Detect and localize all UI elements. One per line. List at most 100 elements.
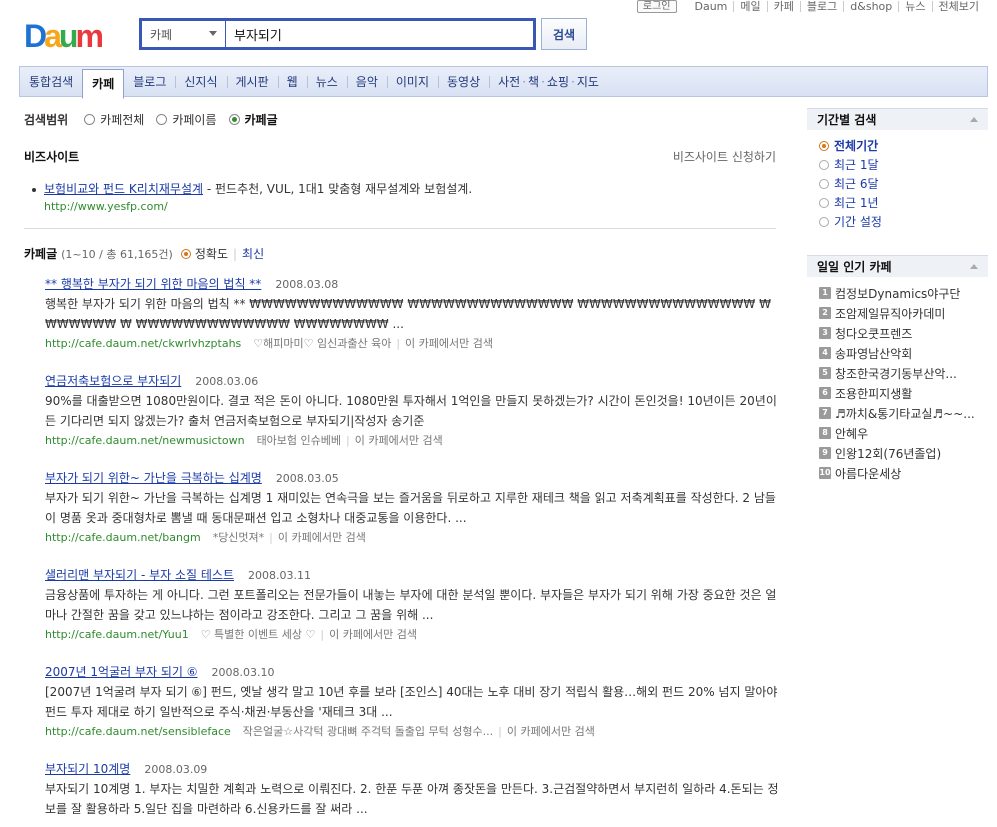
toplink-dshop[interactable]: d&shop [843, 1, 898, 12]
result-url[interactable]: http://cafe.daum.net/bangm [45, 531, 201, 544]
popular-cafe-item[interactable]: 5 창조한국경기동부산악... [819, 363, 976, 383]
popular-panel-header[interactable]: 일일 인기 카페 [807, 255, 988, 277]
biz-site-desc: - 펀드추천, VUL, 1대1 맞춤형 재무설계와 보험설계. [203, 182, 473, 196]
result-title-link[interactable]: 부자되기 10계명 [45, 762, 130, 776]
tab-integrated[interactable]: 통합검색 [20, 67, 82, 96]
toplink-daum[interactable]: Daum [689, 1, 734, 12]
period-option-1month[interactable]: 최근 1달 [819, 155, 976, 174]
period-option-1year[interactable]: 최근 1년 [819, 193, 976, 212]
popular-cafe-name: 안혜우 [835, 426, 869, 441]
period-option-custom[interactable]: 기간 설정 [819, 212, 976, 231]
biz-site-url[interactable]: http://www.yesfp.com/ [44, 200, 168, 213]
search-button[interactable]: 검색 [541, 18, 587, 50]
daum-logo[interactable]: Daum [24, 18, 124, 54]
rank-badge-icon: 2 [819, 307, 831, 319]
scope-option-label: 카페글 [244, 112, 278, 127]
sort-accuracy[interactable]: 정확도 [195, 245, 228, 262]
popular-cafe-item[interactable]: 6 조용한피지생활 [819, 383, 976, 403]
popular-cafe-item[interactable]: 3 청다오쿳프렌즈 [819, 323, 976, 343]
results-header: 카페글 (1~10 / 총 61,165건) 정확도 | 최신 [24, 245, 265, 262]
collapse-icon[interactable] [970, 117, 978, 122]
result-title-link[interactable]: ** 행복한 부자가 되기 위한 마음의 법칙 ** [45, 277, 261, 291]
toplink-news[interactable]: 뉴스 [898, 1, 931, 12]
period-option-label: 전체기간 [834, 139, 879, 153]
login-button[interactable]: 로그인 [636, 0, 677, 13]
popular-cafe-item[interactable]: 7 ♬까치&통기타교실♬~~... [819, 403, 976, 423]
result-url[interactable]: http://cafe.daum.net/newmusictown [45, 434, 245, 447]
tab-knowledge[interactable]: 신지식 [175, 67, 226, 96]
toplink-cafe[interactable]: 카페 [766, 1, 800, 12]
period-option-all[interactable]: 전체기간 [819, 136, 976, 155]
popular-cafe-item[interactable]: 4 송파영남산악회 [819, 343, 976, 363]
tab-cafe[interactable]: 카페 [82, 68, 125, 99]
result-item: ** 행복한 부자가 되기 위한 마음의 법칙 ** 2008.03.08 행복한… [45, 275, 780, 354]
result-url[interactable]: http://cafe.daum.net/Yuu1 [45, 628, 189, 641]
tab-books[interactable]: 책 [528, 73, 539, 90]
period-option-6month[interactable]: 최근 6달 [819, 174, 976, 193]
rank-badge-icon: 5 [819, 367, 831, 379]
tab-dictionary[interactable]: 사전 [498, 73, 520, 90]
search-input[interactable] [226, 21, 533, 47]
result-cafe-only-search[interactable]: 이 카페에서만 검색 [329, 628, 417, 641]
search-scope-filter: 검색범위 카페전체 카페이름 카페글 [24, 108, 776, 130]
biz-site-link[interactable]: 보험비교와 펀드 K리치재무설계 [44, 182, 203, 196]
rank-badge-icon: 6 [819, 387, 831, 399]
result-cafe-name[interactable]: ♡ 특별한 이벤트 세상 ♡ [201, 628, 316, 641]
result-title-link[interactable]: 부자가 되기 위한~ 가난을 극복하는 십계명 [45, 471, 262, 485]
toplink-all[interactable]: 전체보기 [931, 1, 985, 12]
period-option-label: 최근 1달 [834, 158, 879, 172]
scope-option-name[interactable]: 카페이름 [156, 111, 217, 128]
tab-image[interactable]: 이미지 [386, 67, 438, 96]
result-title-link[interactable]: 2007년 1억굴러 부자 되기 ⑥ [45, 665, 198, 679]
result-cafe-only-search[interactable]: 이 카페에서만 검색 [507, 725, 595, 738]
result-url[interactable]: http://cafe.daum.net/sensibleface [45, 725, 231, 738]
result-cafe-name[interactable]: 태아보험 인슈베베 [257, 434, 341, 447]
tab-video[interactable]: 동영상 [438, 67, 489, 96]
toplink-mail[interactable]: 메일 [733, 1, 766, 12]
popular-cafe-name: 조용한피지생활 [835, 386, 913, 401]
popular-cafe-item[interactable]: 1 컴정보Dynamics야구단 [819, 283, 976, 303]
tab-shopping[interactable]: 쇼핑 [547, 73, 569, 90]
tab-music[interactable]: 음악 [346, 67, 387, 96]
result-meta: http://cafe.daum.net/Yuu1 ♡ 특별한 이벤트 세상 ♡ |… [45, 628, 418, 641]
collapse-icon[interactable] [970, 264, 978, 269]
result-url[interactable]: http://cafe.daum.net/ckwrlvhzptahs [45, 337, 241, 350]
tab-news[interactable]: 뉴스 [306, 67, 347, 96]
popular-cafe-item[interactable]: 10 아름다운세상 [819, 463, 976, 483]
result-cafe-name[interactable]: *당신멋져* [213, 531, 264, 544]
popular-cafe-item[interactable]: 2 조암제일뮤직아카데미 [819, 303, 976, 323]
result-cafe-name[interactable]: 작은얼굴☆사각턱 광대뼈 주걱턱 돌출입 무턱 성형수... [243, 725, 493, 738]
tab-blog[interactable]: 블로그 [124, 67, 175, 96]
popular-cafe-name: 조암제일뮤직아카데미 [835, 306, 946, 321]
radio-icon [819, 197, 829, 208]
result-title-link[interactable]: 샐러리맨 부자되기 - 부자 소질 테스트 [45, 568, 234, 582]
rank-badge-icon: 9 [819, 447, 831, 459]
scope-option-posts[interactable]: 카페글 [228, 111, 278, 128]
result-snippet: 90%를 대출받으면 1080만원이다. 결코 적은 돈이 아니다. 1080만… [45, 394, 777, 428]
result-cafe-only-search[interactable]: 이 카페에서만 검색 [355, 434, 443, 447]
result-title-link[interactable]: 연금저축보험으로 부자되기 [45, 374, 181, 388]
result-cafe-only-search[interactable]: 이 카페에서만 검색 [278, 531, 366, 544]
popular-cafe-item[interactable]: 8 안혜우 [819, 423, 976, 443]
scope-filter-label: 검색범위 [24, 112, 69, 127]
tab-board[interactable]: 게시판 [226, 67, 278, 96]
sort-latest[interactable]: 최신 [242, 245, 264, 262]
tab-web[interactable]: 웹 [277, 67, 307, 96]
rank-badge-icon: 10 [819, 467, 831, 479]
period-options: 전체기간 최근 1달 최근 6달 최근 1년 기간 설정 [807, 130, 988, 237]
search-scope-select[interactable]: 카페 [142, 21, 226, 47]
results-count: (1~10 / 총 61,165건) [61, 247, 173, 261]
biz-site-apply-link[interactable]: 비즈사이트 신청하기 [673, 148, 776, 165]
tab-map[interactable]: 지도 [577, 73, 599, 90]
result-cafe-name[interactable]: ♡해피마미♡ 임신과출산 육아 [253, 337, 391, 350]
popular-cafe-item[interactable]: 9 인왕12회(76년졸업) [819, 443, 976, 463]
scope-option-label: 카페이름 [172, 112, 217, 127]
popular-cafe-name: 인왕12회(76년졸업) [835, 446, 942, 461]
toplink-blog[interactable]: 블로그 [799, 1, 843, 12]
result-snippet: 부자가 되기 위한~ 가난을 극복하는 십계명 1 재미있는 연속극을 보는 즐… [45, 491, 776, 525]
scope-option-all[interactable]: 카페전체 [84, 111, 144, 128]
result-date: 2008.03.09 [144, 763, 208, 776]
radio-icon [84, 113, 96, 125]
result-cafe-only-search[interactable]: 이 카페에서만 검색 [405, 337, 493, 350]
period-panel-header[interactable]: 기간별 검색 [807, 108, 988, 130]
